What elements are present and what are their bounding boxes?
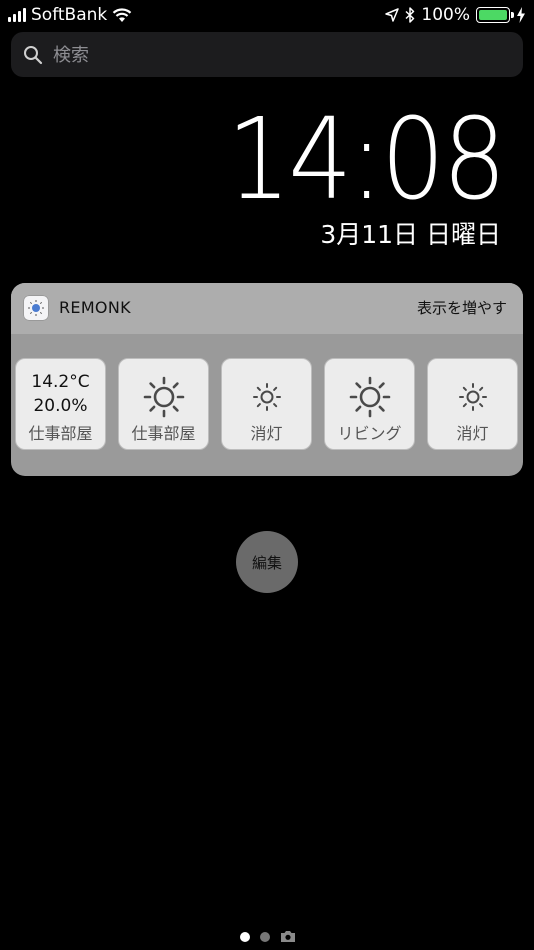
tile-label: 仕事部屋	[28, 424, 93, 443]
sun-small-icon	[252, 383, 281, 411]
remonk-app-icon	[23, 295, 49, 321]
search-bar[interactable]	[11, 32, 523, 79]
lock-clock: 14:08	[227, 95, 507, 225]
status-left: SoftBank	[8, 5, 132, 25]
status-right: 100%	[385, 5, 526, 25]
lock-date: 3月11日 日曜日	[320, 220, 501, 249]
sun-large-icon	[143, 376, 184, 418]
sun-large-icon	[349, 376, 390, 418]
light-tile-work-room[interactable]: 仕事部屋	[118, 358, 209, 450]
battery-icon	[476, 7, 514, 23]
remonk-widget: REMONK 表示を増やす 14.2°C 20.0% 仕事部屋 仕事部屋 消灯 …	[11, 283, 523, 476]
search-icon	[24, 46, 43, 65]
edit-button[interactable]: 編集	[236, 531, 298, 593]
page-dot-today[interactable]	[240, 931, 250, 942]
sun-small-icon	[458, 383, 487, 411]
temperature-value: 14.2°C	[31, 372, 90, 392]
tile-label: 仕事部屋	[131, 424, 196, 443]
light-tile-off-2[interactable]: 消灯	[427, 358, 518, 450]
humidity-value: 20.0%	[33, 396, 88, 416]
carrier-name: SoftBank	[31, 5, 108, 25]
light-tile-living[interactable]: リビング	[324, 358, 415, 450]
page-dot-home[interactable]	[260, 931, 270, 942]
tile-label: 消灯	[250, 424, 283, 443]
widget-header: REMONK 表示を増やす	[11, 283, 523, 334]
widget-app-name: REMONK	[59, 298, 131, 317]
location-icon	[385, 8, 400, 22]
widget-tiles: 14.2°C 20.0% 仕事部屋 仕事部屋 消灯 リビング 消灯	[11, 358, 523, 452]
tile-label: 消灯	[456, 424, 489, 443]
battery-percent: 100%	[421, 5, 470, 25]
signal-icon	[8, 8, 26, 22]
page-indicator	[240, 930, 296, 943]
sensor-tile[interactable]: 14.2°C 20.0% 仕事部屋	[15, 358, 106, 450]
show-more-button[interactable]: 表示を増やす	[417, 297, 507, 319]
charging-icon	[517, 7, 525, 23]
light-tile-off-1[interactable]: 消灯	[221, 358, 312, 450]
status-bar: SoftBank 100%	[0, 0, 534, 32]
tile-label: リビング	[337, 424, 402, 443]
wifi-icon	[113, 8, 132, 22]
search-input[interactable]	[51, 32, 515, 79]
camera-icon[interactable]	[280, 930, 296, 943]
bluetooth-icon	[405, 7, 415, 23]
